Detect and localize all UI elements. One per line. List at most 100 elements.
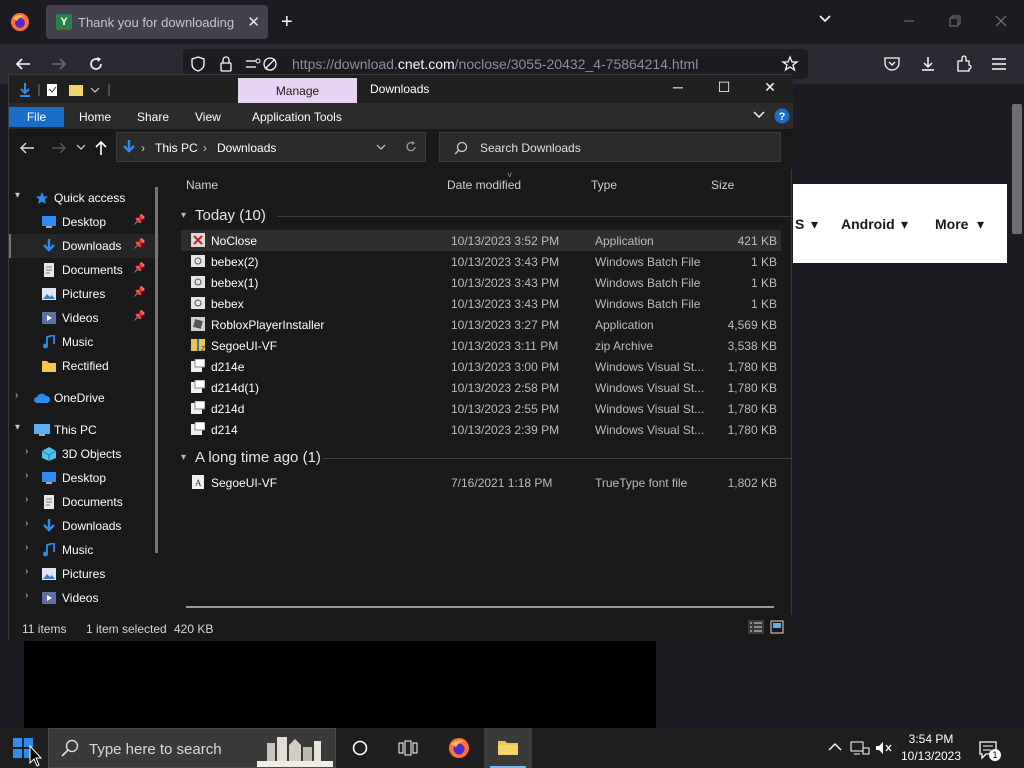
manage-tab[interactable]: Manage	[238, 78, 357, 105]
chevron-down-icon[interactable]: ▾	[15, 422, 20, 433]
sidebar-item-pc-3d-objects[interactable]: › 3D Objects	[9, 442, 159, 466]
sidebar-item-pc-documents[interactable]: › Documents	[9, 490, 159, 514]
taskbar-clock[interactable]: 3:54 PM 10/13/2023	[888, 732, 974, 763]
file-row[interactable]: Z SegoeUI-VF 10/13/2023 3:11 PM zip Arch…	[181, 335, 781, 356]
task-view-icon[interactable]	[398, 740, 418, 756]
recent-locations-icon[interactable]	[76, 144, 86, 152]
refresh-icon[interactable]	[404, 140, 418, 154]
chevron-right-icon[interactable]: ›	[25, 494, 28, 505]
breadcrumb-this-pc[interactable]: This PC	[155, 141, 198, 155]
view-tab[interactable]: View	[195, 110, 221, 124]
sidebar-item-pc-desktop[interactable]: › Desktop	[9, 466, 159, 490]
close-window-icon[interactable]: ✕	[747, 79, 793, 99]
chevron-right-icon[interactable]: ›	[25, 518, 28, 529]
chevron-down-icon[interactable]: ▾	[15, 190, 20, 201]
file-explorer-taskbar-button[interactable]	[484, 728, 532, 768]
downloads-icon[interactable]	[919, 55, 937, 73]
show-hidden-icons-icon[interactable]	[828, 742, 842, 752]
nav-scrollbar[interactable]	[155, 187, 158, 553]
large-icons-view-icon[interactable]	[770, 620, 784, 634]
chevron-right-icon[interactable]: ›	[25, 470, 28, 481]
file-row[interactable]: NoClose 10/13/2023 3:52 PM Application 4…	[181, 230, 781, 251]
address-dropdown-icon[interactable]	[376, 144, 386, 152]
file-row[interactable]: d214d 10/13/2023 2:55 PM Windows Visual …	[181, 398, 781, 419]
sidebar-item-pc-pictures[interactable]: › Pictures	[9, 562, 159, 586]
horizontal-scrollbar[interactable]	[186, 606, 774, 608]
up-arrow-icon[interactable]	[94, 140, 108, 156]
file-row[interactable]: d214 10/13/2023 2:39 PM Windows Visual S…	[181, 419, 781, 440]
expand-ribbon-icon[interactable]	[753, 110, 765, 120]
firefox-logo-icon[interactable]	[10, 12, 30, 32]
cortana-icon[interactable]	[352, 740, 368, 756]
file-row[interactable]: bebex(1) 10/13/2023 3:43 PM Windows Batc…	[181, 272, 781, 293]
file-tab[interactable]: File	[9, 107, 64, 127]
permissions-icon[interactable]	[244, 57, 284, 71]
nav-this-pc[interactable]: ▾ This PC	[9, 418, 159, 442]
address-bar[interactable]: › This PC › Downloads	[116, 132, 426, 162]
lock-icon[interactable]	[219, 56, 233, 72]
new-tab-button[interactable]: +	[281, 11, 293, 34]
nav-item-more[interactable]: More	[935, 216, 968, 232]
group-header[interactable]: ▾ Today (10)	[181, 204, 791, 228]
sidebar-item-rectified[interactable]: Rectified	[9, 354, 159, 378]
firefox-taskbar-button[interactable]	[434, 728, 482, 768]
sidebar-item-documents[interactable]: Documents 📌	[9, 258, 159, 282]
browser-tab[interactable]: Y Thank you for downloading No ✕	[46, 5, 268, 39]
sidebar-item-downloads[interactable]: Downloads 📌	[9, 234, 159, 258]
chevron-right-icon[interactable]: ›	[25, 590, 28, 601]
menu-icon[interactable]	[991, 57, 1007, 71]
forward-arrow-icon[interactable]	[51, 141, 67, 155]
reload-icon[interactable]	[87, 55, 105, 73]
file-row[interactable]: bebex 10/13/2023 3:43 PM Windows Batch F…	[181, 293, 781, 314]
chevron-right-icon[interactable]: ›	[25, 542, 28, 553]
file-row[interactable]: RobloxPlayerInstaller 10/13/2023 3:27 PM…	[181, 314, 781, 335]
chevron-down-icon[interactable]: ▾	[181, 452, 186, 463]
file-row[interactable]: bebex(2) 10/13/2023 3:43 PM Windows Batc…	[181, 251, 781, 272]
file-row[interactable]: A SegoeUI-VF 7/16/2021 1:18 PM TrueType …	[181, 472, 781, 493]
network-icon[interactable]	[850, 740, 870, 756]
breadcrumb-downloads[interactable]: Downloads	[217, 141, 276, 155]
taskbar-search-box[interactable]: Type here to search	[48, 728, 336, 768]
home-tab[interactable]: Home	[79, 110, 111, 124]
minimize-window-icon[interactable]: ─	[655, 79, 701, 99]
sidebar-item-pc-music[interactable]: › Music	[9, 538, 159, 562]
sidebar-item-pc-downloads[interactable]: › Downloads	[9, 514, 159, 538]
forward-icon[interactable]	[50, 56, 68, 72]
chevron-right-icon[interactable]: ›	[25, 566, 28, 577]
sidebar-item-pc-videos[interactable]: › Videos	[9, 586, 159, 610]
file-row[interactable]: d214e 10/13/2023 3:00 PM Windows Visual …	[181, 356, 781, 377]
column-header-name[interactable]: Name	[186, 178, 218, 192]
search-field[interactable]: Search Downloads	[439, 132, 781, 162]
pocket-icon[interactable]	[883, 56, 901, 72]
sidebar-item-desktop[interactable]: Desktop 📌	[9, 210, 159, 234]
url-text[interactable]: https://download.cnet.com/noclose/3055-2…	[292, 56, 698, 72]
column-header-date[interactable]: Date modified	[447, 178, 521, 192]
tracking-protection-icon[interactable]	[190, 56, 206, 72]
column-header-size[interactable]: Size	[711, 178, 734, 192]
application-tools-tab[interactable]: Application Tools	[252, 110, 342, 124]
tab-close-icon[interactable]: ✕	[247, 13, 260, 31]
minimize-browser-icon[interactable]	[902, 14, 916, 28]
chevron-right-icon[interactable]: ›	[25, 446, 28, 457]
help-icon[interactable]: ?	[774, 108, 790, 124]
maximize-window-icon[interactable]: ☐	[701, 79, 747, 99]
chevron-right-icon[interactable]: ›	[15, 390, 18, 401]
notification-center-icon[interactable]: 1	[978, 740, 1001, 761]
group-header[interactable]: ▾ A long time ago (1)	[181, 446, 791, 470]
share-tab[interactable]: Share	[137, 110, 169, 124]
nav-onedrive[interactable]: › OneDrive	[9, 386, 159, 410]
bookmark-star-icon[interactable]	[781, 55, 799, 73]
scrollbar-thumb[interactable]	[1012, 104, 1022, 234]
list-all-tabs-icon[interactable]	[818, 12, 832, 26]
close-browser-icon[interactable]	[994, 14, 1008, 28]
restore-browser-icon[interactable]	[948, 14, 962, 28]
nav-item-s[interactable]: S	[795, 216, 804, 232]
chevron-down-icon[interactable]: ▾	[181, 210, 186, 221]
sidebar-item-pictures[interactable]: Pictures 📌	[9, 282, 159, 306]
file-row[interactable]: d214d(1) 10/13/2023 2:58 PM Windows Visu…	[181, 377, 781, 398]
column-header-type[interactable]: Type	[591, 178, 617, 192]
details-view-icon[interactable]	[748, 620, 764, 634]
nav-item-android[interactable]: Android	[841, 216, 895, 232]
nav-quick-access[interactable]: ▾ Quick access	[9, 186, 159, 210]
back-icon[interactable]	[14, 56, 32, 72]
